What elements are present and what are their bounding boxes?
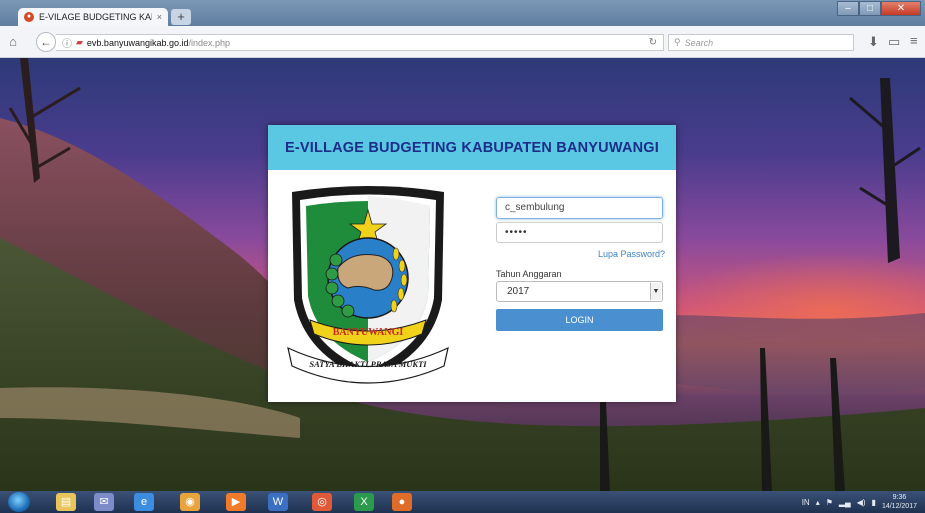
new-tab-button[interactable]: + <box>171 9 191 25</box>
url-host: evb.banyuwangikab.go.id <box>86 37 189 48</box>
internet-explorer-icon[interactable]: e <box>134 493 154 511</box>
maximize-button[interactable]: □ <box>859 1 881 16</box>
player-icon[interactable]: ▶ <box>226 493 246 511</box>
home-icon[interactable]: ⌂ <box>6 34 20 49</box>
window-controls: – □ ✕ <box>837 1 921 16</box>
network-icon[interactable]: ▂▄ <box>839 498 851 507</box>
chrome-icon[interactable]: ◎ <box>312 493 332 511</box>
download-icon[interactable]: ⬇ <box>868 34 879 50</box>
tab-title: E-VILAGE BUDGETING KAB... <box>39 12 152 22</box>
login-card-header: E-VILLAGE BUDGETING KABUPATEN BANYUWANGI <box>268 125 676 170</box>
chevron-down-icon[interactable]: ▼ <box>650 283 661 300</box>
search-icon: ⚲ <box>674 37 681 47</box>
word-icon[interactable]: W <box>268 493 288 511</box>
login-title: E-VILLAGE BUDGETING KABUPATEN BANYUWANGI <box>285 139 659 156</box>
windows-start-icon[interactable] <box>8 492 30 512</box>
info-icon[interactable]: ⓘ <box>62 35 72 50</box>
firefox-icon[interactable]: ● <box>392 493 412 511</box>
year-label: Tahun Anggaran <box>496 269 562 279</box>
favicon-icon: ● <box>24 12 34 22</box>
windows-taskbar: ▤ ✉ e ◉ ▶ W ◎ X ● IN ▴ ⚑ ▂▄ ◀) ▮ 9:36 14… <box>0 491 925 513</box>
url-path: /index.php <box>188 37 231 48</box>
clock[interactable]: 9:36 14/12/2017 <box>882 493 917 511</box>
clock-date: 14/12/2017 <box>881 503 917 510</box>
minimize-button[interactable]: – <box>837 1 859 16</box>
year-select[interactable]: 2017 ▼ <box>496 281 663 302</box>
emblem-motto: SATYA BHAKTI PRAJA MUKTI <box>309 359 427 369</box>
system-tray: IN ▴ ⚑ ▂▄ ◀) ▮ 9:36 14/12/2017 <box>802 491 917 513</box>
url-bar[interactable]: ⓘ ▰ evb.banyuwangikab.go.id/index.php ↻ <box>56 34 664 51</box>
reload-icon[interactable]: ↻ <box>649 37 657 48</box>
browser-tab-bar: ● E-VILAGE BUDGETING KAB... × + – □ ✕ <box>0 0 925 26</box>
banyuwangi-emblem-icon: BANYUWANGI SATYA BHAKTI PRAJA MUKTI <box>287 186 449 384</box>
close-window-button[interactable]: ✕ <box>881 1 921 16</box>
search-input[interactable]: ⚲ Search <box>668 34 854 51</box>
mail-icon[interactable]: ✉ <box>94 493 114 511</box>
media-icon[interactable]: ◉ <box>180 493 200 511</box>
language-indicator[interactable]: IN <box>802 498 810 507</box>
browser-nav-bar: ⌂ ← ⓘ ▰ evb.banyuwangikab.go.id/index.ph… <box>0 26 925 58</box>
library-icon[interactable]: ▭ <box>888 34 900 50</box>
forgot-password-link[interactable]: Lupa Password? <box>598 249 665 259</box>
search-placeholder: Search <box>684 37 714 48</box>
clock-time: 9:36 <box>892 494 907 501</box>
volume-icon[interactable]: ◀) <box>857 498 866 507</box>
tray-expand-icon[interactable]: ▴ <box>816 498 820 507</box>
login-button[interactable]: LOGIN <box>496 309 663 331</box>
battery-icon[interactable]: ▮ <box>872 498 876 507</box>
tab-close-icon[interactable]: × <box>157 12 162 22</box>
year-select-value: 2017 <box>507 286 530 297</box>
file-explorer-icon[interactable]: ▤ <box>56 493 76 511</box>
login-card: E-VILLAGE BUDGETING KABUPATEN BANYUWANGI… <box>268 125 676 402</box>
flag-icon[interactable]: ⚑ <box>826 498 833 507</box>
excel-icon[interactable]: X <box>354 493 374 511</box>
lock-icon: ▰ <box>76 37 83 47</box>
back-icon[interactable]: ← <box>36 32 56 52</box>
username-input[interactable]: c_sembulung <box>496 197 663 219</box>
browser-tab[interactable]: ● E-VILAGE BUDGETING KAB... × <box>18 8 168 26</box>
menu-icon[interactable]: ≡ <box>910 33 918 48</box>
emblem-ribbon-text: BANYUWANGI <box>333 327 404 338</box>
password-input[interactable]: ••••• <box>496 222 663 243</box>
